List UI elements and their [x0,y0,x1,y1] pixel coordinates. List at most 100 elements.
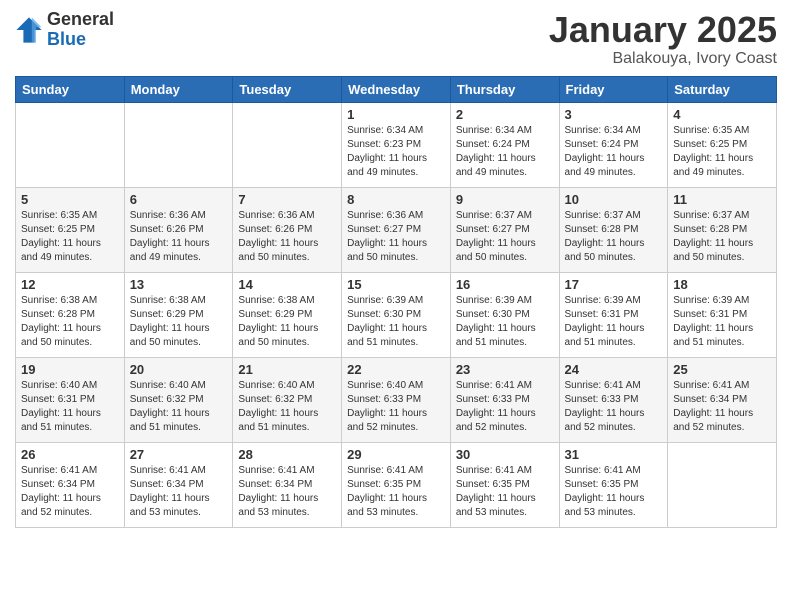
day-number: 7 [238,192,336,207]
table-row: 11Sunrise: 6:37 AM Sunset: 6:28 PM Dayli… [668,187,777,272]
table-row: 8 Sunrise: 6:36 AM Sunset: 6:27 PM Daylig… [342,187,451,272]
day-info: Sunrise: 6:38 AM Sunset: 6:29 PM Dayligh… [130,294,228,350]
table-row: 18 Sunrise: 6:39 AM Sunset: 6:31 PM Dayli… [668,272,777,357]
day-info: Sunrise: 6:40 AM Sunset: 6:33 PM Dayligh… [347,379,445,435]
header-thursday: Thursday [450,76,559,102]
table-row: 3 Sunrise: 6:34 AM Sunset: 6:24 PM Daylig… [559,102,668,187]
day-info: Sunrise: 6:39 AM Sunset: 6:31 PM Dayligh… [673,294,771,350]
day-number: 19 [21,362,119,377]
logo: General Blue [15,10,114,50]
day-info: Sunrise: 6:41 AM Sunset: 6:34 PM Dayligh… [21,464,119,520]
day-number: 18 [673,277,771,292]
table-row [233,102,342,187]
calendar-week-row: 19 Sunrise: 6:40 AM Sunset: 6:31 PM Dayli… [16,357,777,442]
day-number: 22 [347,362,445,377]
day-info: Sunrise: 6:41 AM Sunset: 6:35 PM Dayligh… [456,464,554,520]
table-row: 14 Sunrise: 6:38 AM Sunset: 6:29 PM Dayli… [233,272,342,357]
table-row: 1 Sunrise: 6:34 AM Sunset: 6:23 PM Daylig… [342,102,451,187]
day-info: Sunrise: 6:41 AM Sunset: 6:35 PM Dayligh… [565,464,663,520]
calendar-week-row: 26Sunrise: 6:41 AM Sunset: 6:34 PM Dayli… [16,442,777,527]
table-row: 23Sunrise: 6:41 AM Sunset: 6:33 PM Dayli… [450,357,559,442]
table-row: 27Sunrise: 6:41 AM Sunset: 6:34 PM Dayli… [124,442,233,527]
table-row [668,442,777,527]
day-number: 30 [456,447,554,462]
day-info: Sunrise: 6:41 AM Sunset: 6:35 PM Dayligh… [347,464,445,520]
day-info: Sunrise: 6:37 AM Sunset: 6:27 PM Dayligh… [456,209,554,265]
day-number: 29 [347,447,445,462]
table-row: 21Sunrise: 6:40 AM Sunset: 6:32 PM Dayli… [233,357,342,442]
day-number: 20 [130,362,228,377]
header: General Blue January 2025 Balakouya, Ivo… [15,10,777,68]
calendar-table: Sunday Monday Tuesday Wednesday Thursday… [15,76,777,528]
day-info: Sunrise: 6:35 AM Sunset: 6:25 PM Dayligh… [673,124,771,180]
table-row: 6Sunrise: 6:36 AM Sunset: 6:26 PM Daylig… [124,187,233,272]
table-row: 17 Sunrise: 6:39 AM Sunset: 6:31 PM Dayli… [559,272,668,357]
day-info: Sunrise: 6:39 AM Sunset: 6:30 PM Dayligh… [347,294,445,350]
day-info: Sunrise: 6:34 AM Sunset: 6:23 PM Dayligh… [347,124,445,180]
day-number: 9 [456,192,554,207]
table-row: 12 Sunrise: 6:38 AM Sunset: 6:28 PM Dayli… [16,272,125,357]
day-number: 3 [565,107,663,122]
day-number: 15 [347,277,445,292]
day-number: 4 [673,107,771,122]
day-info: Sunrise: 6:38 AM Sunset: 6:29 PM Dayligh… [238,294,336,350]
table-row: 13 Sunrise: 6:38 AM Sunset: 6:29 PM Dayli… [124,272,233,357]
logo-icon [15,16,43,44]
table-row: 16 Sunrise: 6:39 AM Sunset: 6:30 PM Dayli… [450,272,559,357]
day-number: 2 [456,107,554,122]
day-info: Sunrise: 6:36 AM Sunset: 6:27 PM Dayligh… [347,209,445,265]
day-number: 27 [130,447,228,462]
day-info: Sunrise: 6:41 AM Sunset: 6:33 PM Dayligh… [565,379,663,435]
table-row: 20 Sunrise: 6:40 AM Sunset: 6:32 PM Dayli… [124,357,233,442]
calendar-week-row: 12 Sunrise: 6:38 AM Sunset: 6:28 PM Dayli… [16,272,777,357]
day-info: Sunrise: 6:36 AM Sunset: 6:26 PM Dayligh… [130,209,228,265]
day-number: 1 [347,107,445,122]
calendar-week-row: 5Sunrise: 6:35 AM Sunset: 6:25 PM Daylig… [16,187,777,272]
day-number: 31 [565,447,663,462]
table-row [124,102,233,187]
header-sunday: Sunday [16,76,125,102]
table-row: 10 Sunrise: 6:37 AM Sunset: 6:28 PM Dayli… [559,187,668,272]
header-friday: Friday [559,76,668,102]
day-number: 25 [673,362,771,377]
header-wednesday: Wednesday [342,76,451,102]
day-number: 13 [130,277,228,292]
day-number: 17 [565,277,663,292]
day-number: 8 [347,192,445,207]
calendar-week-row: 1 Sunrise: 6:34 AM Sunset: 6:23 PM Daylig… [16,102,777,187]
table-row: 4 Sunrise: 6:35 AM Sunset: 6:25 PM Daylig… [668,102,777,187]
day-number: 12 [21,277,119,292]
table-row: 25Sunrise: 6:41 AM Sunset: 6:34 PM Dayli… [668,357,777,442]
table-row: 19 Sunrise: 6:40 AM Sunset: 6:31 PM Dayli… [16,357,125,442]
day-info: Sunrise: 6:35 AM Sunset: 6:25 PM Dayligh… [21,209,119,265]
table-row: 24 Sunrise: 6:41 AM Sunset: 6:33 PM Dayli… [559,357,668,442]
day-info: Sunrise: 6:38 AM Sunset: 6:28 PM Dayligh… [21,294,119,350]
day-number: 24 [565,362,663,377]
day-info: Sunrise: 6:39 AM Sunset: 6:31 PM Dayligh… [565,294,663,350]
day-info: Sunrise: 6:34 AM Sunset: 6:24 PM Dayligh… [456,124,554,180]
logo-blue: Blue [47,30,114,50]
day-info: Sunrise: 6:37 AM Sunset: 6:28 PM Dayligh… [565,209,663,265]
day-number: 16 [456,277,554,292]
table-row: 26Sunrise: 6:41 AM Sunset: 6:34 PM Dayli… [16,442,125,527]
day-number: 14 [238,277,336,292]
table-row: 7 Sunrise: 6:36 AM Sunset: 6:26 PM Daylig… [233,187,342,272]
day-info: Sunrise: 6:39 AM Sunset: 6:30 PM Dayligh… [456,294,554,350]
day-info: Sunrise: 6:34 AM Sunset: 6:24 PM Dayligh… [565,124,663,180]
day-number: 10 [565,192,663,207]
logo-text: General Blue [47,10,114,50]
day-info: Sunrise: 6:36 AM Sunset: 6:26 PM Dayligh… [238,209,336,265]
day-number: 28 [238,447,336,462]
header-monday: Monday [124,76,233,102]
header-tuesday: Tuesday [233,76,342,102]
table-row: 2 Sunrise: 6:34 AM Sunset: 6:24 PM Daylig… [450,102,559,187]
day-info: Sunrise: 6:40 AM Sunset: 6:31 PM Dayligh… [21,379,119,435]
location-subtitle: Balakouya, Ivory Coast [549,50,777,68]
title-block: January 2025 Balakouya, Ivory Coast [549,10,777,68]
table-row: 5Sunrise: 6:35 AM Sunset: 6:25 PM Daylig… [16,187,125,272]
table-row: 29 Sunrise: 6:41 AM Sunset: 6:35 PM Dayli… [342,442,451,527]
table-row: 15 Sunrise: 6:39 AM Sunset: 6:30 PM Dayli… [342,272,451,357]
day-number: 21 [238,362,336,377]
day-info: Sunrise: 6:40 AM Sunset: 6:32 PM Dayligh… [130,379,228,435]
calendar-header-row: Sunday Monday Tuesday Wednesday Thursday… [16,76,777,102]
